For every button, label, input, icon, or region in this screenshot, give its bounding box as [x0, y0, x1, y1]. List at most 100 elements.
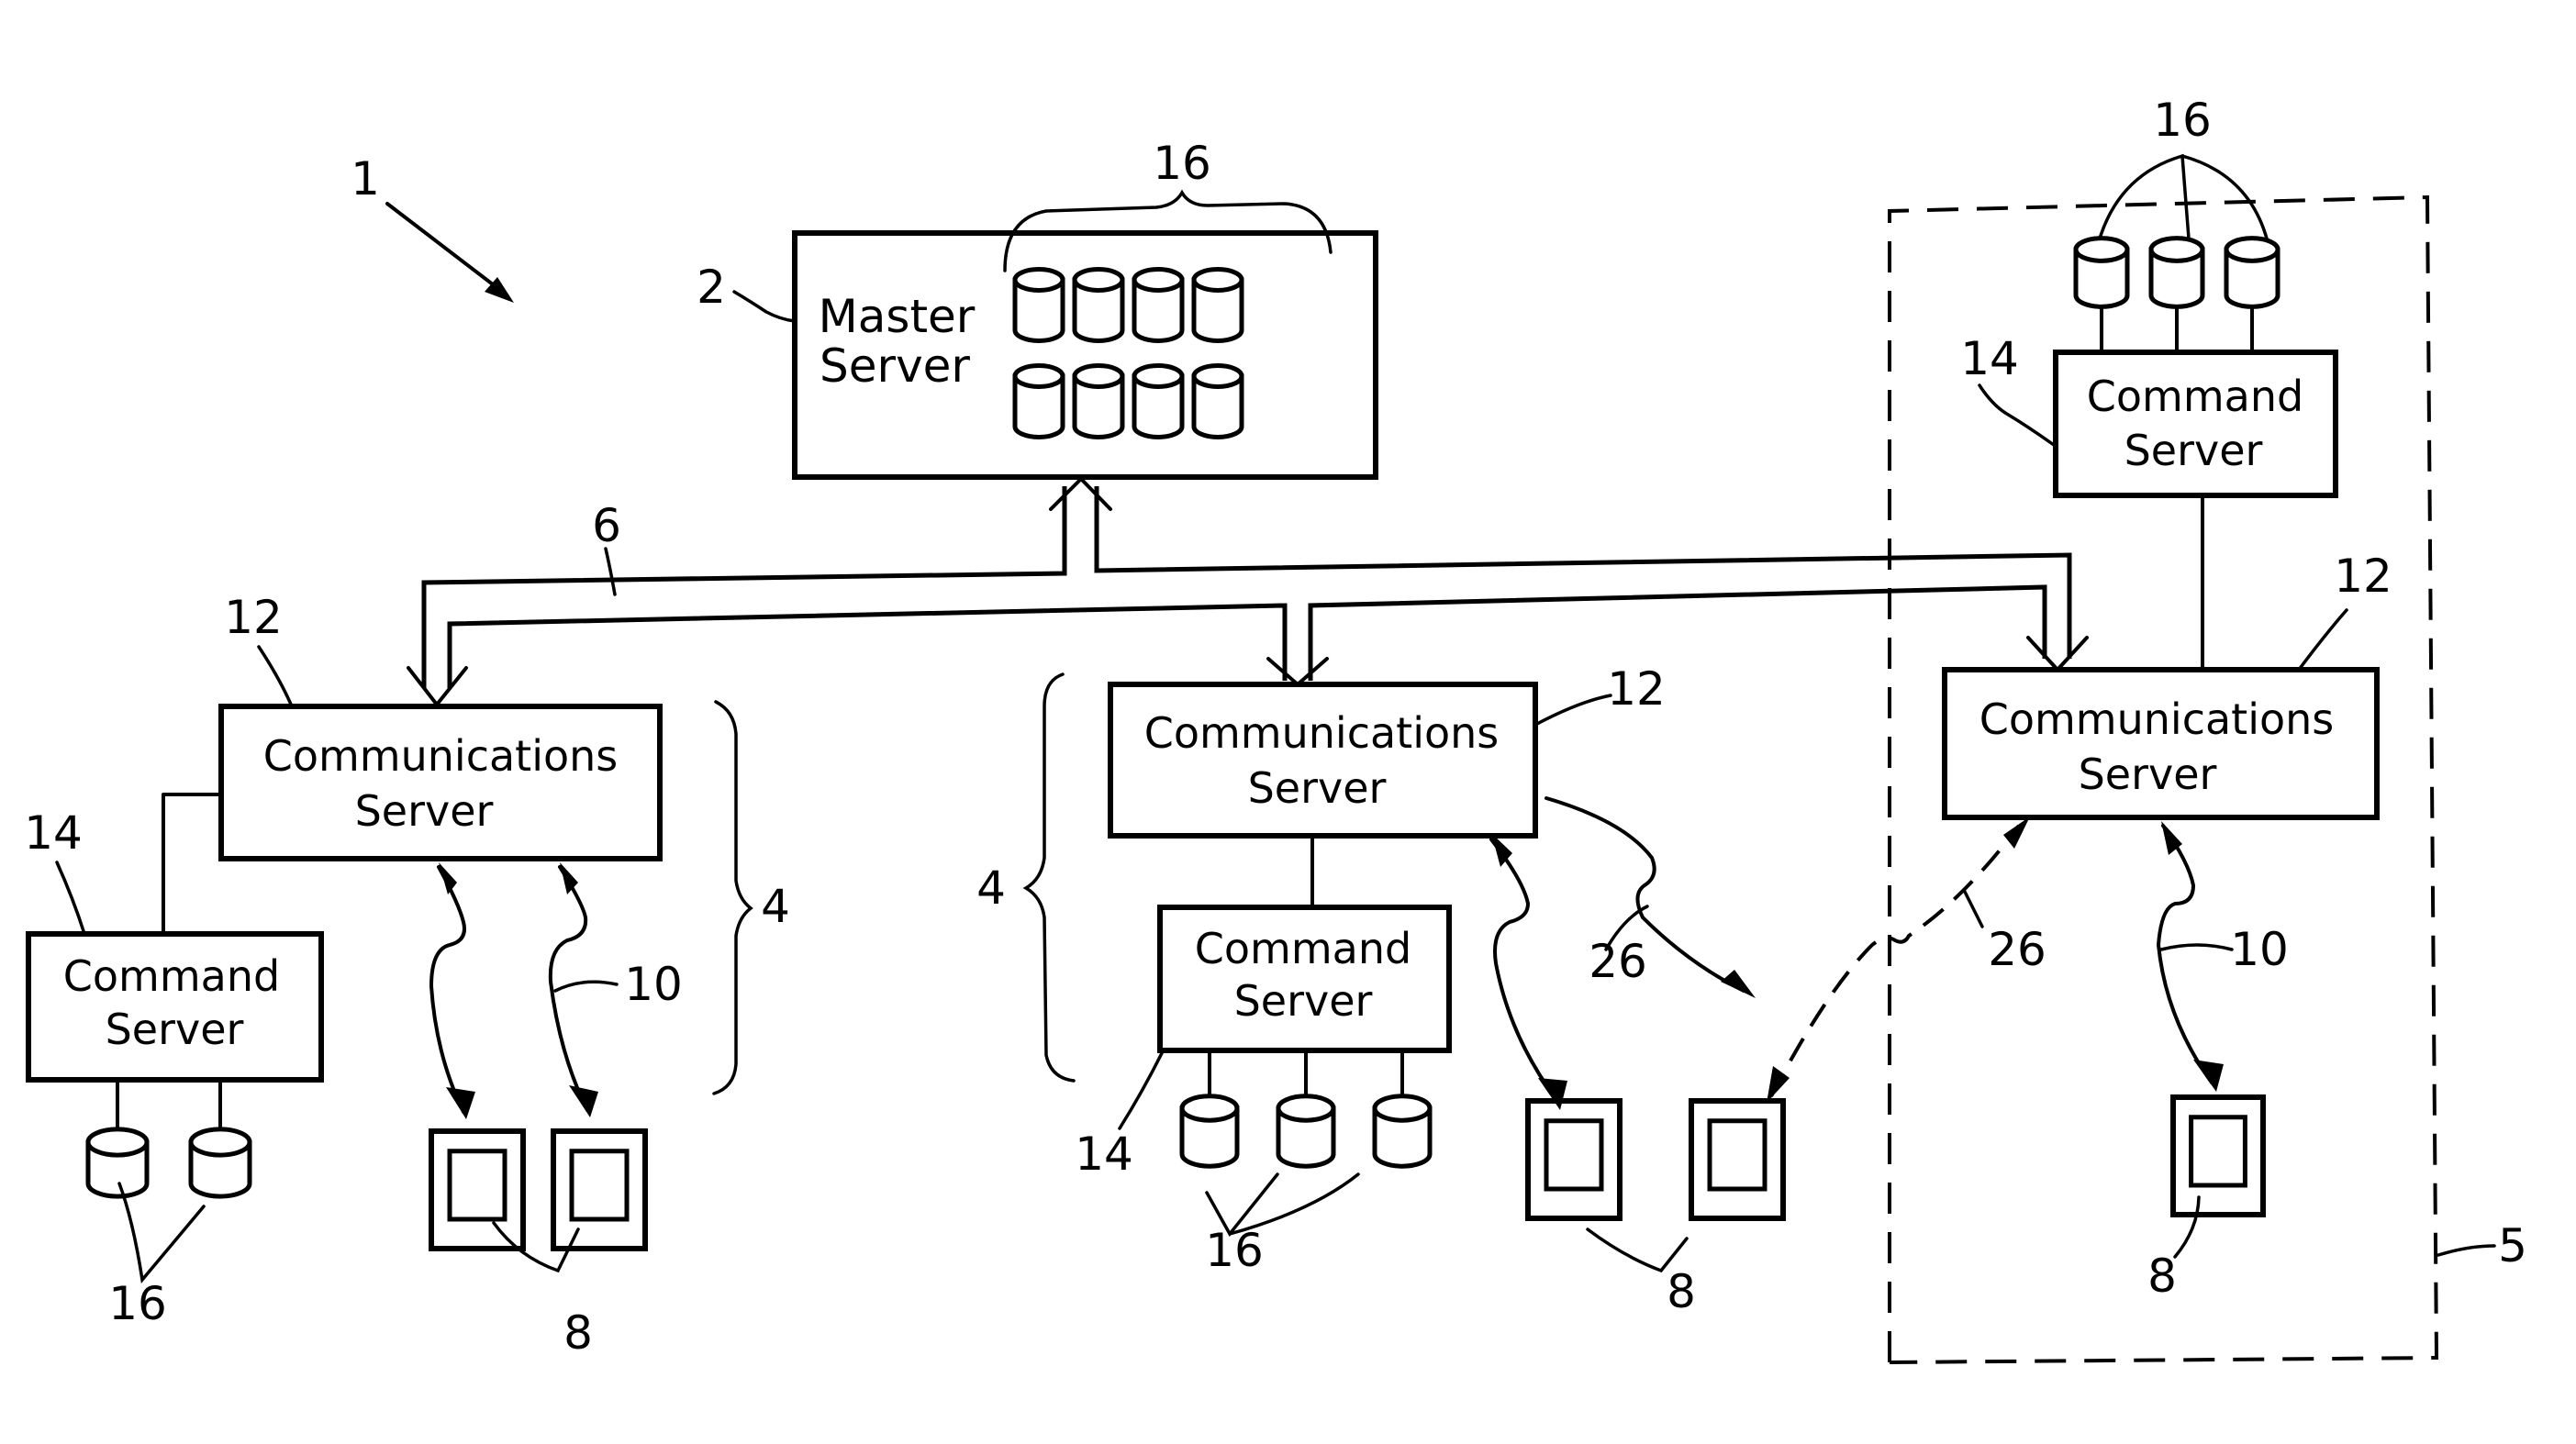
database-icon: [2148, 236, 2205, 309]
brace-middle-site: [1022, 672, 1076, 1083]
leader-right-comm: [2297, 608, 2348, 672]
database-icon: [188, 1127, 252, 1199]
leader-middle-command: [1118, 1051, 1164, 1130]
database-icon: [2224, 236, 2280, 309]
database-top: [1012, 267, 1065, 293]
device-screen: [1544, 1118, 1604, 1192]
mobile-device-icon: [429, 1128, 526, 1251]
middle-device-group: [1525, 1098, 1786, 1221]
device-screen: [447, 1149, 507, 1222]
database-icon: [1372, 1094, 1433, 1169]
database-icon: [1276, 1094, 1336, 1169]
ref-label-left-command: 14: [24, 806, 83, 860]
leader-master-server: [732, 290, 797, 323]
database-icon: [1072, 363, 1125, 439]
master-server-label-2: Server: [820, 339, 970, 393]
database-top: [1132, 363, 1185, 389]
database-top: [1276, 1094, 1336, 1123]
left-link-1-arrow-up: [439, 862, 457, 894]
bus-arrow-left-comm: [407, 666, 468, 706]
brace-left-site: [712, 700, 753, 1095]
database-top: [1012, 363, 1065, 389]
left-wireless-link-1: [429, 865, 466, 1114]
database-top: [1072, 363, 1125, 389]
middle-command-server-label-2: Server: [1234, 976, 1373, 1026]
bus-inner-right: [1308, 584, 2047, 681]
ref-label-roaming-link: 26: [1988, 923, 2046, 976]
left-database-group: [85, 1078, 252, 1199]
master-server-label-1: Master: [819, 290, 976, 343]
ref-label-master-databases: 16: [1153, 137, 1211, 190]
mobile-device-icon: [1525, 1098, 1623, 1221]
right-wireless-link: [2157, 824, 2214, 1084]
leader-roaming-link: [1962, 888, 1984, 928]
database-icon: [1179, 1094, 1240, 1169]
database-top: [1179, 1094, 1240, 1123]
database-top: [2073, 236, 2130, 263]
middle-comm-server-label-2: Server: [1248, 763, 1387, 813]
system-arrow-line: [385, 202, 507, 295]
ref-label-right-command: 14: [1960, 332, 2019, 385]
right-command-server-label-1: Command: [2087, 372, 2303, 421]
ref-label-left-devices: 8: [563, 1306, 593, 1360]
database-icon: [85, 1127, 150, 1199]
database-top: [1132, 267, 1185, 293]
bus-inner-left: [447, 603, 1288, 688]
leader-right-command: [1978, 383, 2056, 447]
database-top: [1191, 267, 1244, 293]
ref-label-right-site: 5: [2498, 1219, 2527, 1272]
device-screen: [569, 1149, 630, 1222]
ref-label-system: 1: [351, 152, 380, 205]
leader-middle-comm: [1533, 694, 1612, 727]
ref-label-left-site: 4: [761, 880, 790, 933]
right-comm-server-label-2: Server: [2079, 750, 2217, 799]
ref-label-middle-command: 14: [1075, 1127, 1133, 1181]
ref-label-left-comm: 12: [224, 591, 283, 644]
database-top: [1072, 267, 1125, 293]
left-link-1-arrow-down: [446, 1087, 475, 1119]
left-comm-server-label-1: Communications: [263, 731, 619, 781]
database-icon: [1012, 363, 1065, 439]
mobile-device-icon: [2170, 1094, 2266, 1217]
bus-arrow-middle-comm: [1266, 657, 1329, 686]
database-icon: [1191, 363, 1244, 439]
left-comm-server-label-2: Server: [355, 786, 494, 836]
roaming-link-dashed: [1769, 824, 2021, 1097]
left-link-2-arrow-up: [560, 862, 578, 894]
database-icon: [1191, 267, 1244, 343]
left-wireless-link-2: [548, 865, 589, 1112]
database-top: [85, 1127, 150, 1158]
ref-label-left-databases: 16: [108, 1277, 167, 1330]
bus-arrow-right-comm: [2026, 636, 2089, 672]
network-architecture-diagram: 1 Master Server 2 16 6 Communications Se…: [24, 94, 2527, 1364]
database-icon: [1012, 267, 1065, 343]
right-link-arrow-down: [2193, 1060, 2224, 1092]
site-middle: Communications Server 12 Command Server …: [976, 662, 1786, 1318]
database-icon: [2073, 236, 2130, 309]
leader-right-site: [2437, 1244, 2496, 1257]
master-server: Master Server 2 16: [697, 137, 1378, 480]
left-device-group: [429, 1128, 648, 1251]
middle-comm-server-box: [1108, 682, 1538, 839]
left-comm-to-command-link: [162, 793, 223, 936]
database-top: [1191, 363, 1244, 389]
site-left: Communications Server 12 Command Server …: [24, 591, 790, 1360]
site-right: 5 Command Server 14 16 Communications Se…: [1767, 94, 2527, 1364]
roaming-arrow-comm: [2003, 816, 2030, 849]
ref-label-right-comm: 12: [2334, 550, 2392, 603]
middle-database-group: [1179, 1049, 1433, 1169]
ref-label-middle-site: 4: [976, 861, 1006, 915]
leader-left-comm: [257, 645, 294, 708]
database-top: [2148, 236, 2205, 263]
ref-label-middle-roaming: 26: [1589, 935, 1647, 988]
ref-label-right-databases: 16: [2153, 94, 2212, 147]
right-database-group: [2073, 236, 2280, 354]
ref-label-right-devices: 8: [2147, 1250, 2177, 1303]
system-reference: 1: [351, 152, 514, 303]
bus: 6: [407, 477, 2089, 706]
right-device-group: [2170, 1094, 2266, 1217]
left-command-server-label-2: Server: [106, 1005, 244, 1054]
middle-comm-server-label-1: Communications: [1144, 708, 1500, 758]
leader-left-command: [55, 861, 86, 936]
database-top: [1372, 1094, 1433, 1123]
